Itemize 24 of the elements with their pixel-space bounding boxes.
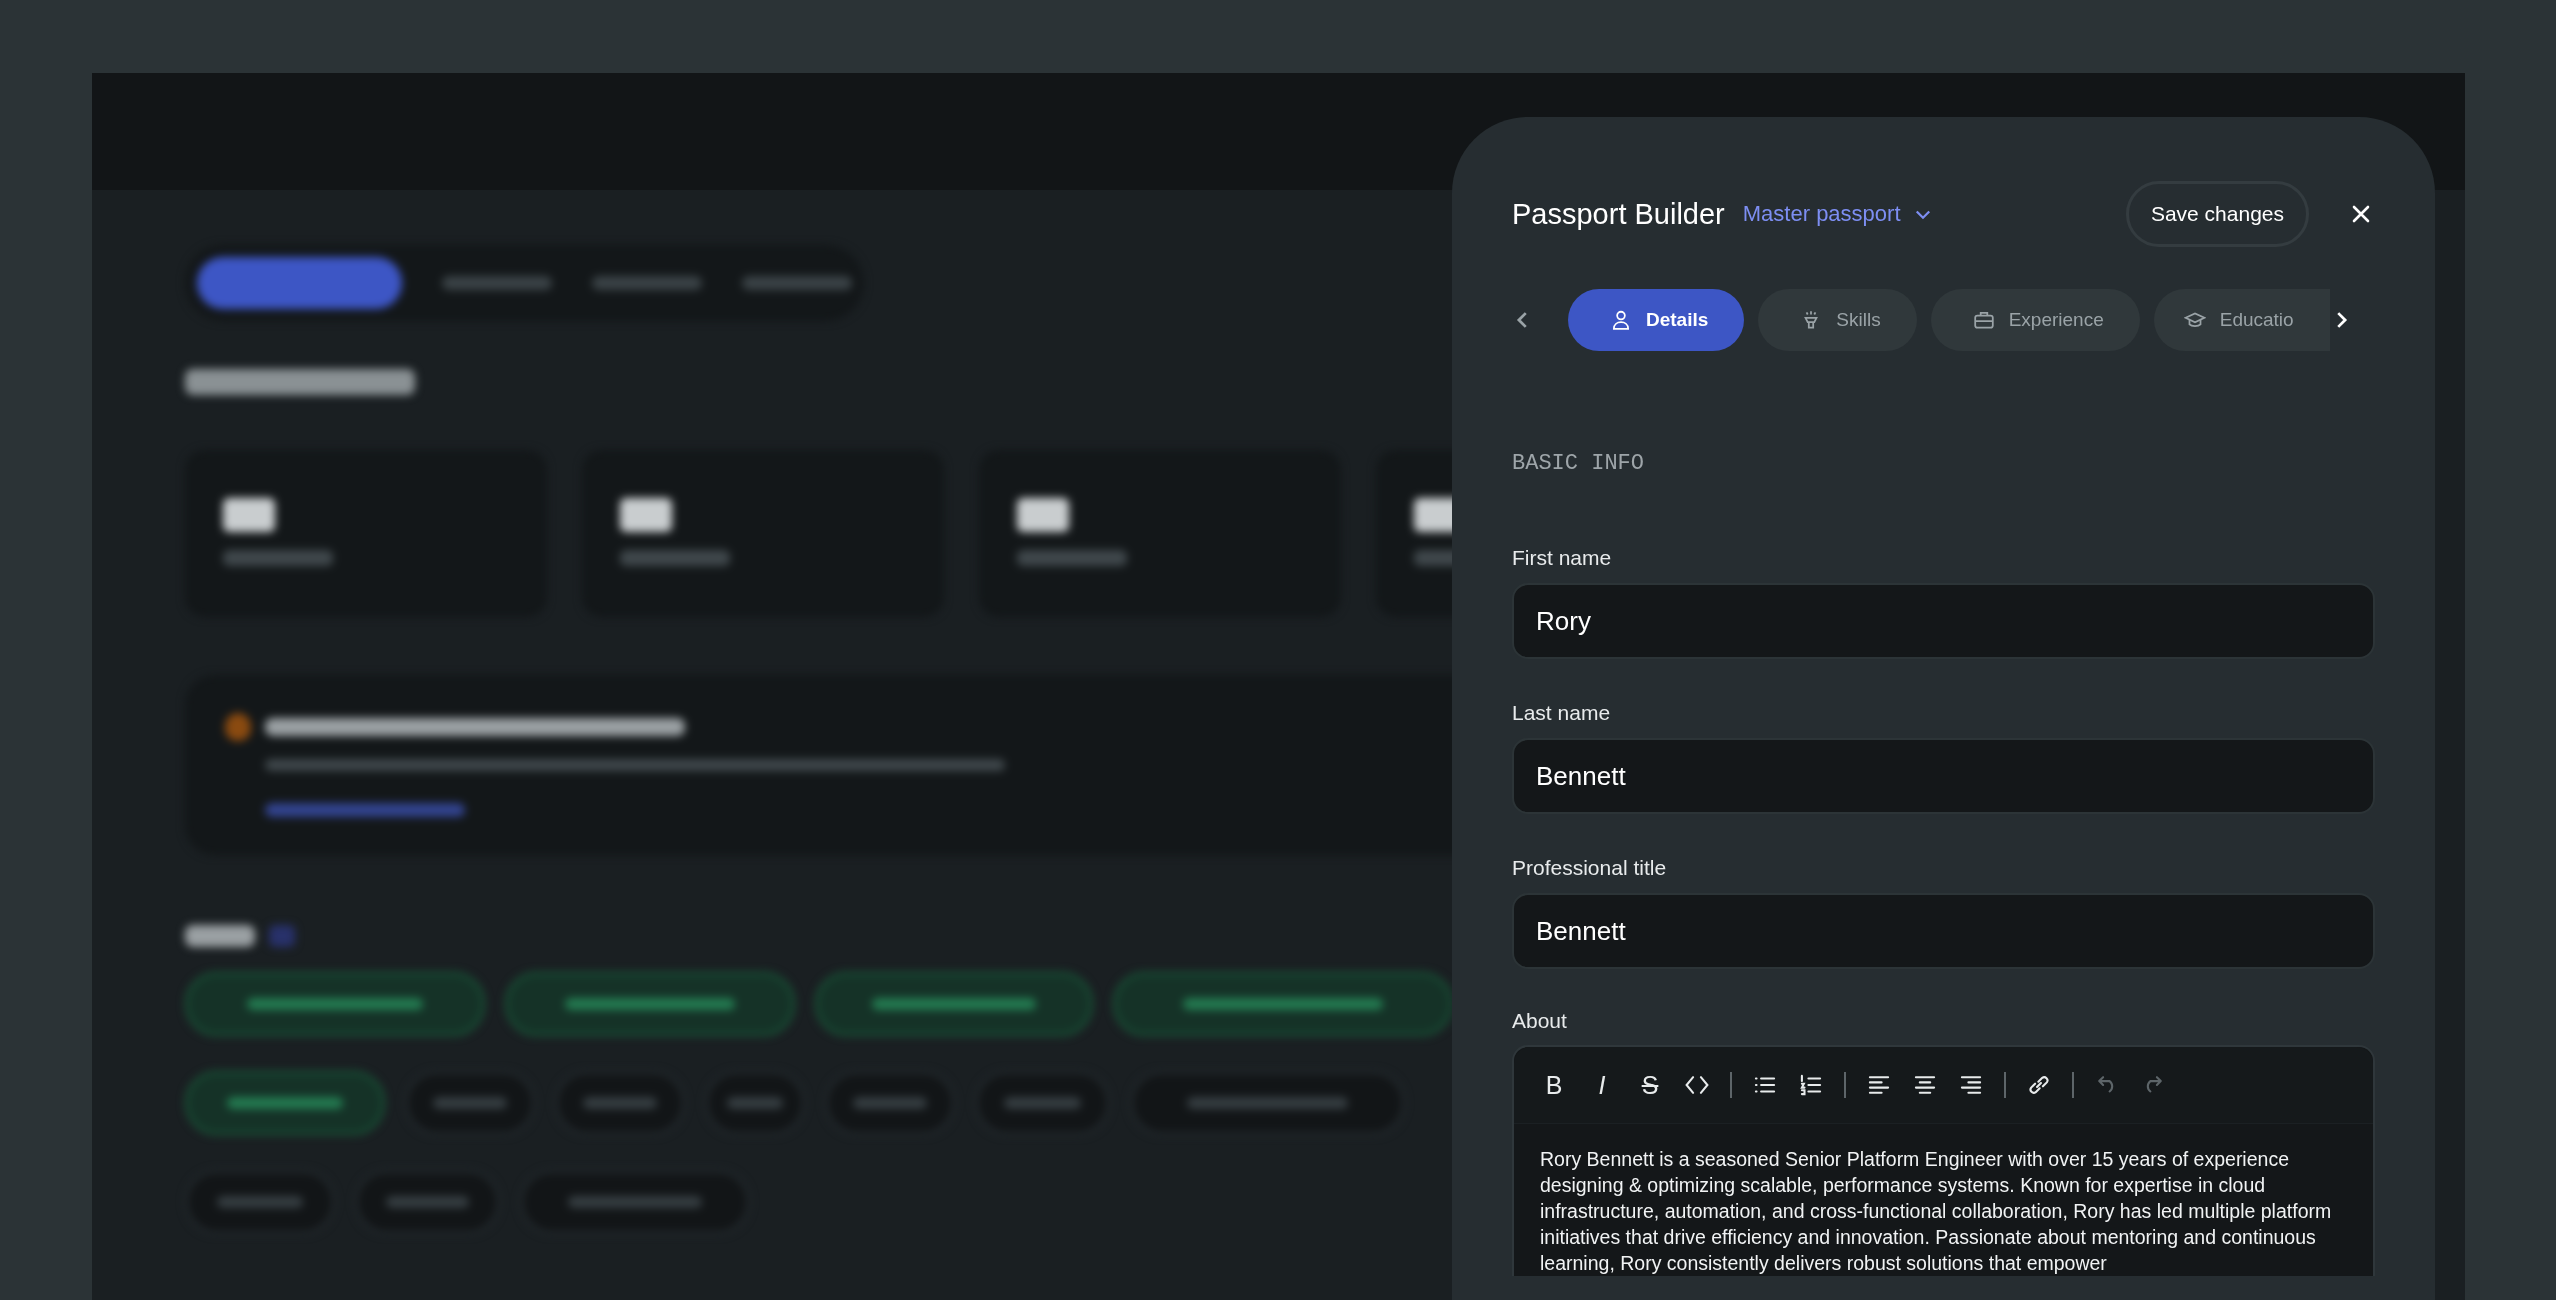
input-field[interactable]: Bennett — [1512, 738, 2375, 814]
close-icon[interactable] — [2351, 204, 2371, 224]
field-label: Last name — [1512, 701, 1612, 725]
field-label: Professional title — [1512, 856, 1668, 880]
input-field[interactable]: Rory — [1512, 583, 2375, 659]
numbers-icon[interactable] — [1798, 1072, 1824, 1098]
tab[interactable]: Educatio — [2153, 289, 2330, 351]
field-label: About — [1512, 1009, 1568, 1033]
bold-button[interactable]: B — [1540, 1070, 1568, 1100]
passport-select[interactable]: Master passport — [1742, 201, 1933, 227]
person-icon — [1610, 309, 1632, 331]
panel-title: Passport Builder — [1512, 197, 1725, 231]
field-label: First name — [1512, 546, 1613, 570]
input-field[interactable]: Bennett — [1512, 893, 2375, 969]
section-heading: BASIC INFO — [1512, 451, 1646, 476]
briefcase-icon — [1972, 309, 1995, 331]
rich-text-editor[interactable] — [1512, 1045, 2375, 1276]
tab[interactable]: Experience — [1930, 289, 2140, 351]
italic-button[interactable]: I — [1588, 1070, 1616, 1100]
strike-button[interactable]: S — [1636, 1070, 1664, 1100]
save-button[interactable]: Save changes — [2125, 181, 2309, 247]
about-text: Rory Bennett is a seasoned Senior Platform Engineer with over 15 years of experience designing & optimizing scalable, performance systems. Known for expertise in cloud infrastructure, automation, and cross-functional collaboration, Rory has led multiple platform initiatives that drive efficiency and innovation. Passionate about mentoring and continuous learning, Rory consistently delivers robust solutions that empower — [1539, 1147, 2333, 1276]
tab[interactable]: Details — [1568, 289, 1745, 351]
tab[interactable]: Skills — [1758, 289, 1917, 351]
